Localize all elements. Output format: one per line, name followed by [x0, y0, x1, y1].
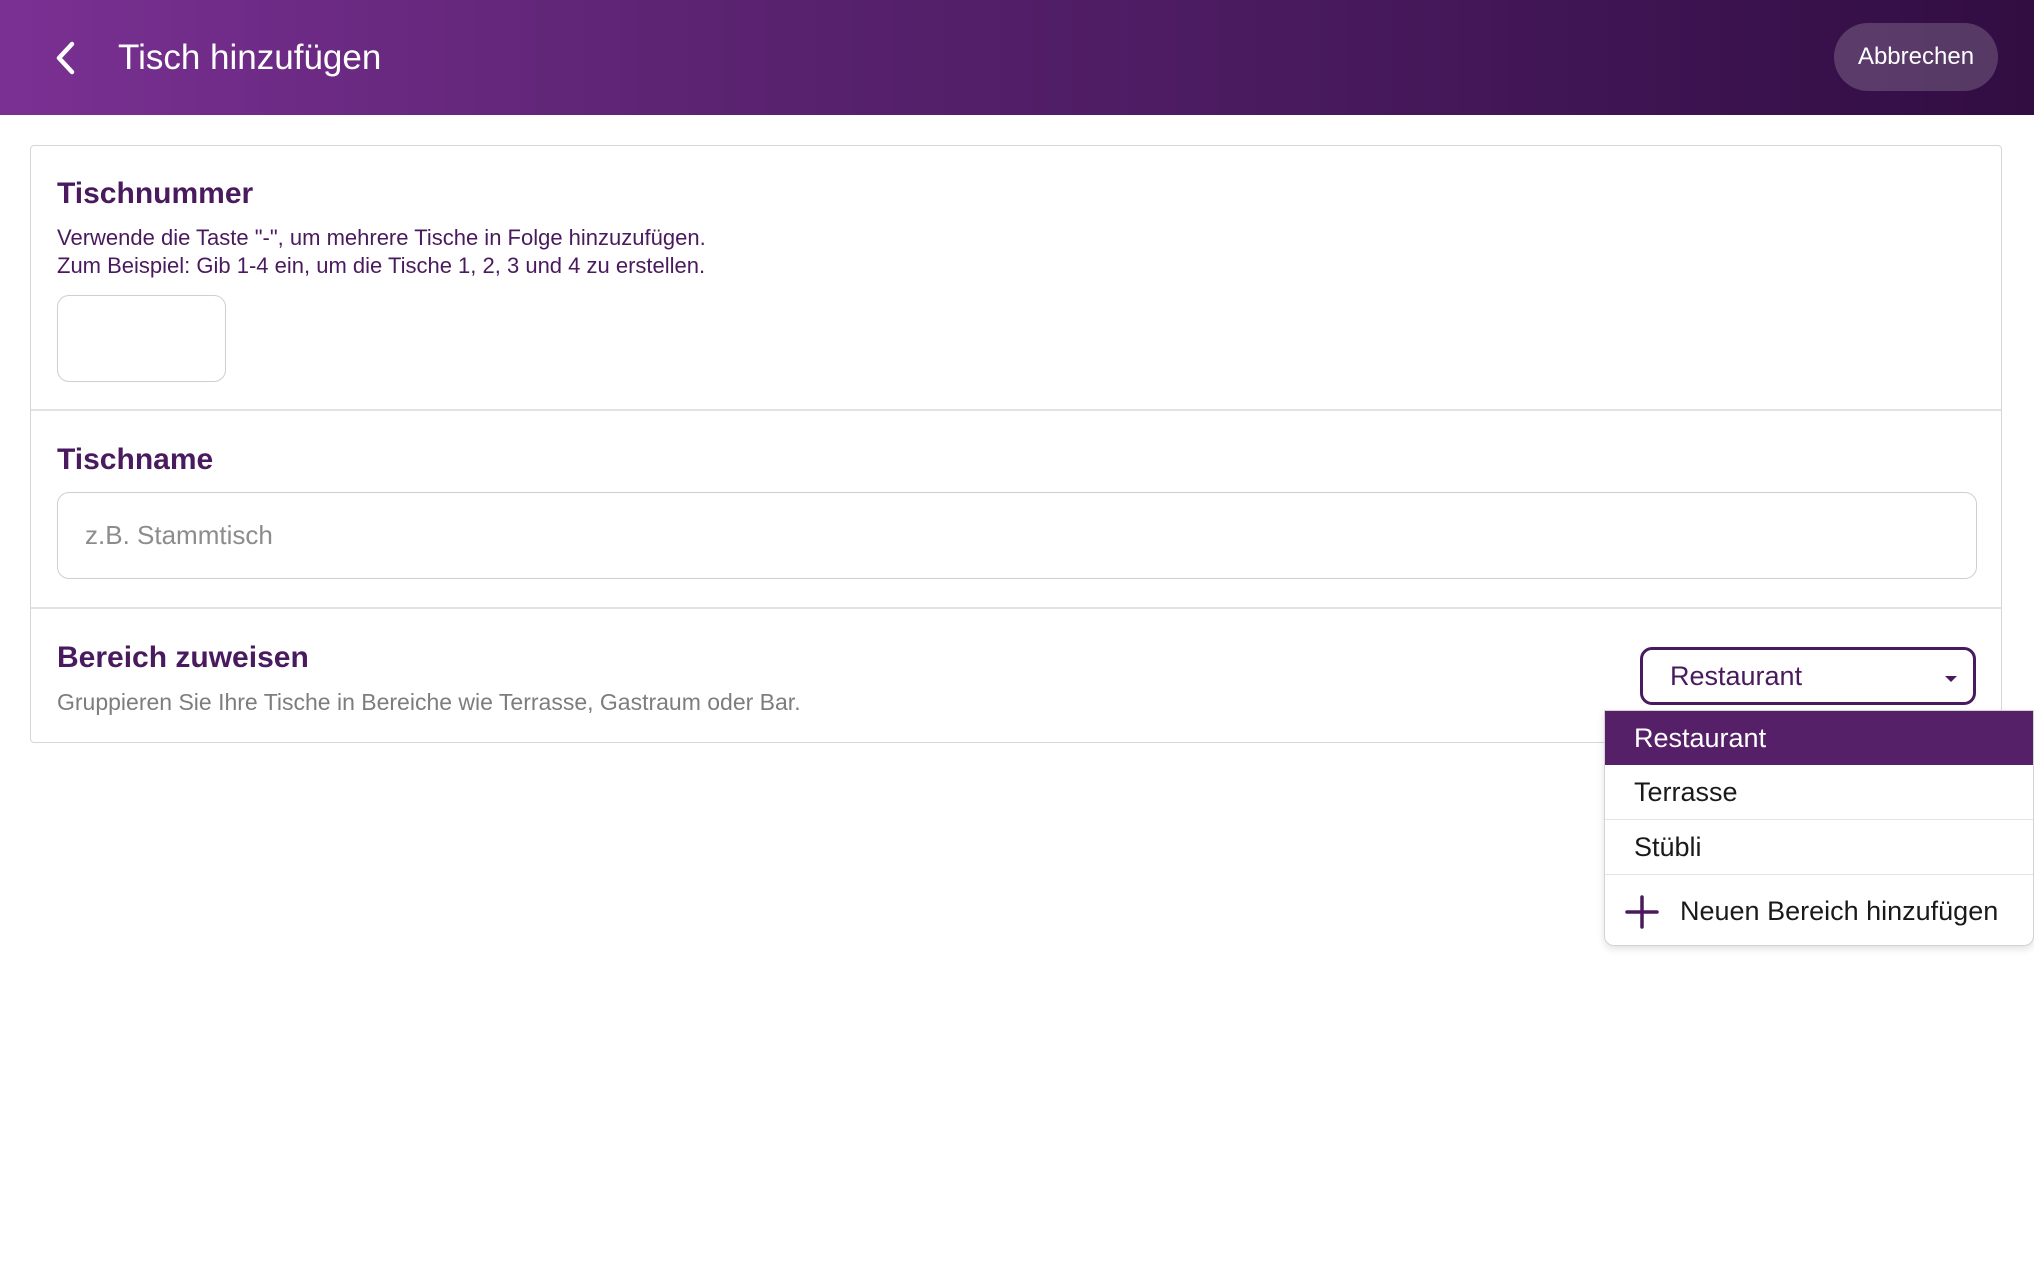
back-button[interactable]	[40, 30, 90, 86]
dropdown-option-terrasse[interactable]: Terrasse	[1605, 765, 2033, 820]
caret-down-icon	[1945, 676, 1957, 682]
area-label: Bereich zuweisen	[57, 641, 309, 674]
table-number-input[interactable]	[57, 295, 226, 382]
chevron-left-icon	[56, 41, 75, 75]
top-app-bar: Tisch hinzufügen Abbrechen	[0, 0, 2034, 115]
area-help: Gruppieren Sie Ihre Tische in Bereiche w…	[57, 689, 801, 715]
table-number-help-line-2: Zum Beispiel: Gib 1-4 ein, um die Tische…	[57, 253, 706, 278]
cancel-button[interactable]: Abbrechen	[1834, 23, 1998, 91]
dropdown-option-stuebli[interactable]: Stübli	[1605, 820, 2033, 875]
table-name-label: Tischname	[57, 443, 214, 476]
add-area-button[interactable]: Neuen Bereich hinzufügen	[1605, 875, 2033, 945]
area-select[interactable]: Restaurant	[1640, 647, 1976, 705]
add-area-label: Neuen Bereich hinzufügen	[1680, 895, 1999, 926]
table-number-help-line-1: Verwende die Taste "-", um mehrere Tisch…	[57, 225, 706, 250]
table-name-input[interactable]	[57, 492, 1977, 579]
area-select-value: Restaurant	[1670, 660, 1803, 691]
plus-icon	[1625, 895, 1659, 929]
section-divider	[31, 409, 2001, 411]
page-title: Tisch hinzufügen	[118, 38, 382, 77]
area-dropdown-menu: Restaurant Terrasse Stübli Neuen Bereich…	[1604, 710, 2034, 946]
section-divider	[31, 607, 2001, 609]
dropdown-option-restaurant[interactable]: Restaurant	[1605, 711, 2033, 765]
table-number-label: Tischnummer	[57, 177, 254, 210]
